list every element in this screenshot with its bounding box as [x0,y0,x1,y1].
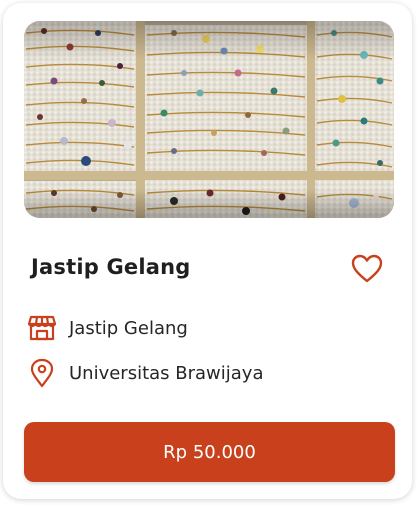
map-pin-icon [27,358,57,388]
price-button[interactable]: Rp 50.000 [24,422,395,482]
store-row: Jastip Gelang [27,313,188,343]
product-image [24,21,394,218]
heart-outline-icon[interactable] [349,251,385,287]
location-text: Universitas Brawijaya [69,362,264,384]
product-title: Jastip Gelang [31,255,191,279]
store-name: Jastip Gelang [69,317,188,339]
product-card[interactable]: Jastip Gelang Jastip Gelang Universitas … [3,3,412,499]
location-row: Universitas Brawijaya [27,358,264,388]
price-label: Rp 50.000 [163,441,256,463]
storefront-icon [27,313,57,343]
